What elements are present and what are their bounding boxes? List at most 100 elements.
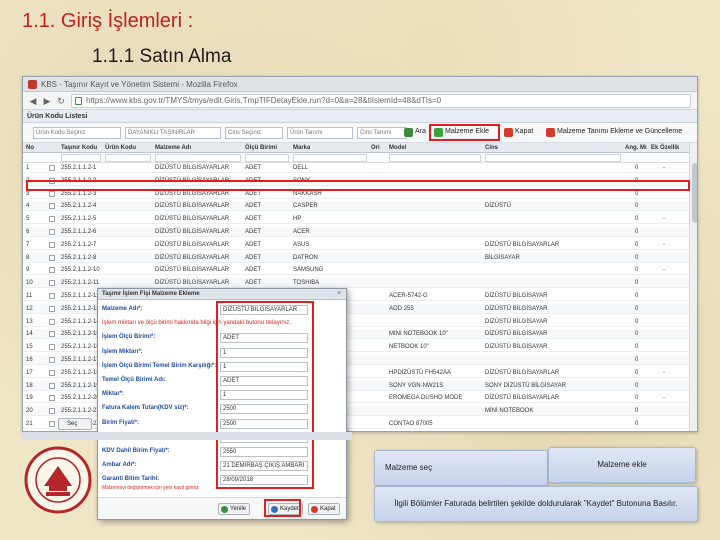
row-checkbox[interactable] bbox=[49, 305, 55, 312]
forward-icon[interactable]: ▶ bbox=[41, 95, 53, 107]
row-checkbox[interactable] bbox=[49, 318, 55, 325]
row-checkbox[interactable] bbox=[49, 254, 55, 261]
row-checkbox[interactable] bbox=[49, 395, 55, 402]
row-checkbox[interactable] bbox=[49, 421, 55, 427]
grid-filter-input[interactable] bbox=[245, 154, 289, 162]
dialog-field-label: Temel Ölçü Birimi Adı: bbox=[102, 377, 166, 383]
table-row[interactable]: 1 255.2.1.1.2-1 DİZÜSTÜ BİLGİSAYARLAR ADET D… bbox=[23, 163, 689, 173]
table-cell: DİZÜSTÜ BİLGİSAYARLAR bbox=[155, 241, 230, 248]
callout-select-material: Malzeme seç bbox=[374, 450, 548, 486]
col-cins[interactable]: Cins bbox=[485, 143, 498, 153]
category-filter[interactable]: DAYANIKLI TAŞINIRLAR bbox=[125, 127, 221, 139]
type-filter[interactable]: Cins Seçiniz bbox=[225, 127, 283, 139]
table-row[interactable]: 10 255.2.1.1.2-11 DİZÜSTÜ BİLGİSAYARLAR ADE… bbox=[23, 278, 689, 289]
row-checkbox[interactable] bbox=[49, 267, 55, 274]
row-checkbox[interactable] bbox=[49, 241, 55, 248]
table-cell: DİZÜSTÜ BİLGİSAYAR bbox=[485, 318, 548, 325]
callout-select-text: Malzeme seç bbox=[385, 463, 433, 472]
material-definition-label: Malzeme Tanımı Ekleme ve Güncelleme bbox=[557, 128, 683, 135]
col-ori[interactable]: Ori bbox=[371, 143, 380, 153]
table-cell: 0 bbox=[635, 318, 639, 325]
product-code-filter[interactable]: Ürün Kodu Seçiniz bbox=[33, 127, 121, 139]
material-definition-button[interactable]: Malzeme Tanımı Ekleme ve Güncelleme bbox=[545, 126, 682, 140]
col-no[interactable]: No bbox=[26, 143, 34, 153]
table-row[interactable]: 6 255.2.1.1.2-6 DİZÜSTÜ BİLGİSAYARLAR ADET A… bbox=[23, 227, 689, 237]
table-cell: SONY DİZÜSTÜ BİLGİSAYAR bbox=[485, 382, 567, 389]
product-definition-filter[interactable]: Ürün Tanımı bbox=[287, 127, 353, 139]
browser-titlebar: KBS - Taşınır Kayıt ve Yönetim Sistemi -… bbox=[23, 77, 697, 92]
table-cell: 7 bbox=[26, 241, 30, 248]
grid-filter-input[interactable] bbox=[61, 154, 101, 162]
table-cell: 0 bbox=[635, 382, 639, 389]
dialog-field-label: Fatura Kalem Tutarı(KDV siz)*: bbox=[102, 405, 189, 412]
table-cell: 6 bbox=[26, 229, 30, 235]
grid-filter-input[interactable] bbox=[105, 154, 151, 162]
reload-icon[interactable]: ↻ bbox=[55, 95, 67, 107]
browser-tab-title: KBS - Taşınır Kayıt ve Yönetim Sistemi -… bbox=[41, 80, 238, 89]
dialog-field-label: Miktar*: bbox=[102, 391, 125, 398]
col-marka[interactable]: Marka bbox=[293, 143, 310, 153]
row-checkbox[interactable] bbox=[49, 216, 55, 223]
col-olcu-birimi[interactable]: Ölçü Birimi bbox=[245, 143, 277, 153]
table-cell: 0 bbox=[635, 293, 639, 299]
dialog-close-button[interactable]: Kapat bbox=[308, 503, 340, 515]
table-cell: 0 bbox=[635, 241, 639, 248]
select-button[interactable]: Seç bbox=[58, 418, 92, 430]
slide-subtitle: 1.1.1 Satın Alma bbox=[92, 46, 232, 67]
table-row[interactable]: 8 255.2.1.1.2-8 DİZÜSTÜ BİLGİSAYARLAR ADET D… bbox=[23, 252, 689, 263]
url-field[interactable]: https://www.kbs.gov.tr/TMYS/tmys/edit.Gi… bbox=[71, 94, 691, 108]
row-checkbox[interactable] bbox=[49, 331, 55, 338]
table-cell: NETBOOK 10" bbox=[389, 344, 429, 351]
table-row[interactable]: 5 255.2.1.1.2-5 DİZÜSTÜ BİLGİSAYARLAR ADET H… bbox=[23, 214, 689, 225]
table-row[interactable]: 4 255.2.1.1.2-4 DİZÜSTÜ BİLGİSAYARLAR ADET C… bbox=[23, 201, 689, 212]
grid-filter-input[interactable] bbox=[293, 154, 367, 162]
table-cell: 0 bbox=[635, 369, 639, 376]
scrollbar-thumb[interactable] bbox=[692, 163, 697, 223]
grid-filter-input[interactable] bbox=[485, 154, 621, 162]
table-cell: 12 bbox=[26, 305, 33, 312]
table-cell: 255.2.1.1.2-12 bbox=[61, 293, 100, 299]
row-checkbox[interactable] bbox=[49, 357, 55, 363]
add-material-highlight bbox=[429, 124, 500, 141]
search-icon bbox=[404, 128, 413, 137]
dialog-field-label: Birim Fiyatı*: bbox=[102, 419, 140, 426]
type-definition-filter[interactable]: Cins Tanımı bbox=[357, 127, 407, 139]
col-tasinir-kodu[interactable]: Taşınır Kodu bbox=[61, 143, 97, 153]
row-checkbox[interactable] bbox=[49, 344, 55, 351]
col-ek-ozellik[interactable]: Ek Özellik bbox=[651, 143, 679, 153]
search-button[interactable]: Ara bbox=[403, 126, 426, 140]
row-checkbox[interactable] bbox=[49, 229, 55, 235]
refresh-button-label: Yenile bbox=[230, 506, 247, 512]
table-cell: 255.2.1.1.2-7 bbox=[61, 241, 97, 248]
refresh-button[interactable]: Yenile bbox=[218, 503, 251, 515]
table-cell: 0 bbox=[635, 305, 639, 312]
col-model[interactable]: Model bbox=[389, 143, 406, 153]
table-cell: 11 bbox=[26, 293, 33, 299]
close-button[interactable]: Kapat bbox=[503, 126, 533, 140]
row-checkbox[interactable] bbox=[49, 280, 55, 287]
table-cell: 8 bbox=[26, 254, 30, 261]
table-cell: DİZÜSTÜ BİLGİSAYARLAR bbox=[155, 165, 230, 171]
row-checkbox[interactable] bbox=[49, 165, 55, 171]
col-urun-kodu[interactable]: Ürün Kodu bbox=[105, 143, 136, 153]
table-cell: CASPER bbox=[293, 203, 318, 210]
col-malzeme-adi[interactable]: Malzeme Adı bbox=[155, 143, 191, 153]
table-row[interactable]: 7 255.2.1.1.2-7 DİZÜSTÜ BİLGİSAYARLAR ADET A… bbox=[23, 240, 689, 250]
back-icon[interactable]: ◀ bbox=[27, 95, 39, 107]
row-checkbox[interactable] bbox=[49, 203, 55, 210]
row-checkbox[interactable] bbox=[49, 369, 55, 376]
row-checkbox[interactable] bbox=[49, 382, 55, 389]
dialog-close-icon[interactable]: × bbox=[335, 290, 343, 298]
row-checkbox[interactable] bbox=[49, 293, 55, 299]
grid-scrollbar[interactable] bbox=[689, 143, 697, 431]
col-ang[interactable]: Ang. Mı bbox=[625, 143, 647, 153]
callout-instruction: İlgili Bölümler Faturada belirtilen şeki… bbox=[374, 486, 698, 522]
table-row[interactable]: 9 255.2.1.1.2-10 DİZÜSTÜ BİLGİSAYARLAR ADET… bbox=[23, 265, 689, 276]
table-cell: 255.2.1.1.2-21 bbox=[61, 408, 100, 415]
table-cell: 0 bbox=[635, 344, 639, 351]
grid-filter-input[interactable] bbox=[389, 154, 481, 162]
grid-filter-input[interactable] bbox=[155, 154, 241, 162]
row-checkbox[interactable] bbox=[49, 408, 55, 415]
table-cell: 1 bbox=[26, 165, 30, 171]
row-checkbox[interactable] bbox=[49, 190, 55, 197]
